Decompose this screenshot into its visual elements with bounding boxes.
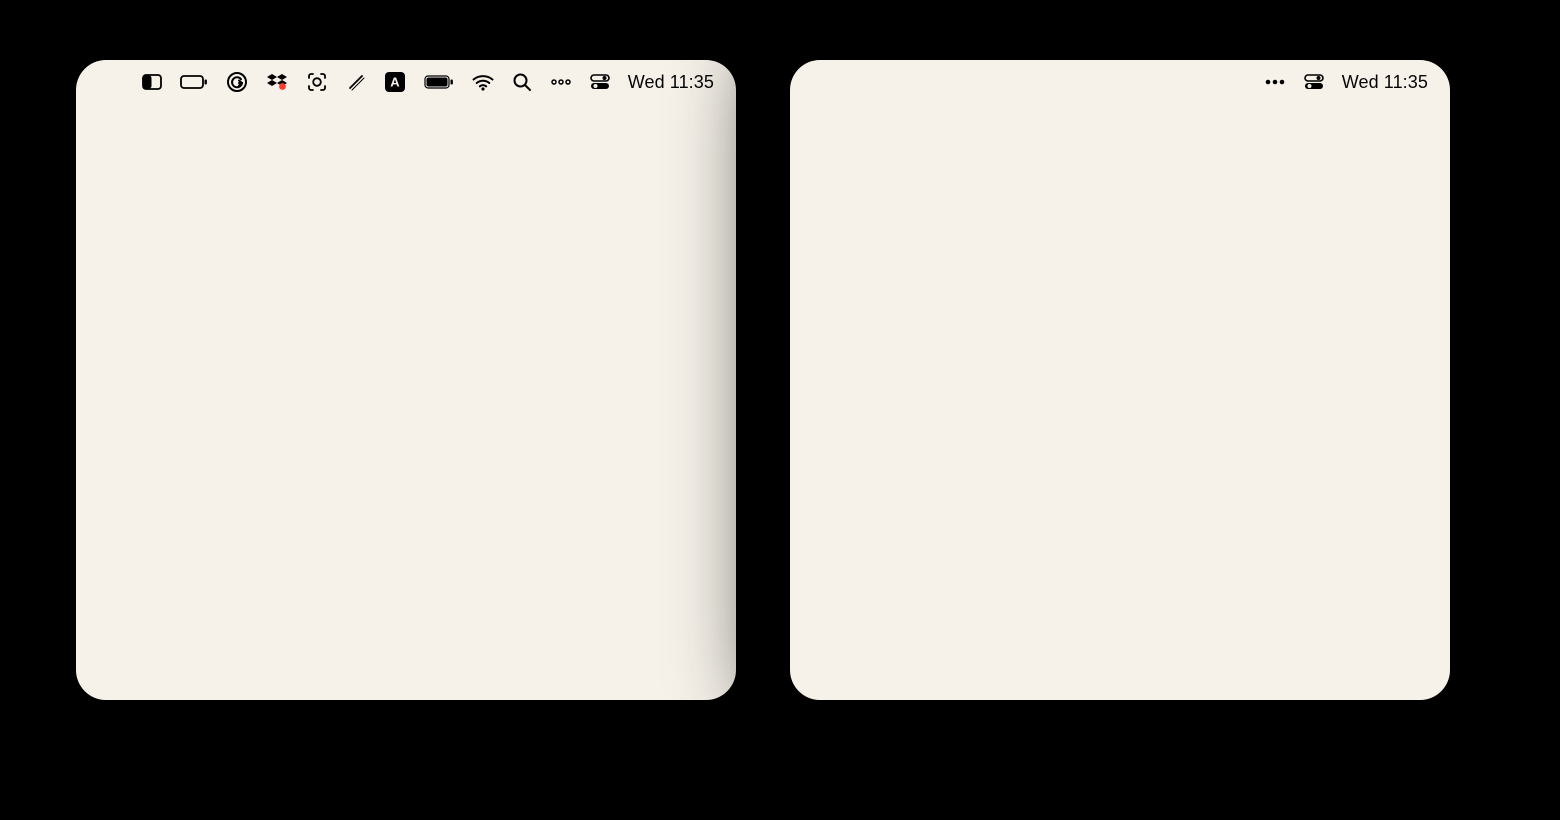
grammarly-icon[interactable] (226, 71, 248, 93)
svg-text:A: A (390, 75, 400, 90)
more-dots-icon[interactable] (1264, 77, 1286, 87)
left-menubar: A Wed 11:35 (76, 60, 736, 104)
battery-empty-icon[interactable] (180, 74, 208, 90)
left-clock[interactable]: Wed 11:35 (628, 72, 714, 93)
compose-slash-icon[interactable] (346, 72, 366, 92)
battery-full-icon[interactable] (424, 74, 454, 90)
left-panel: A Wed 11:35 (76, 60, 736, 700)
spotlight-icon[interactable] (512, 72, 532, 92)
right-panel: Wed 11:35 (790, 60, 1450, 700)
input-source-icon[interactable]: A (384, 71, 406, 93)
wifi-icon[interactable] (472, 73, 494, 91)
screenshot-icon[interactable] (306, 71, 328, 93)
stage: A Wed 11:35 (0, 0, 1560, 820)
right-menubar: Wed 11:35 (790, 60, 1450, 104)
overflow-icon[interactable] (550, 77, 572, 87)
dropbox-icon[interactable] (266, 72, 288, 92)
control-center-icon[interactable] (590, 73, 610, 91)
right-clock[interactable]: Wed 11:35 (1342, 72, 1428, 93)
control-center-icon[interactable] (1304, 73, 1324, 91)
contrast-icon[interactable] (142, 73, 162, 91)
